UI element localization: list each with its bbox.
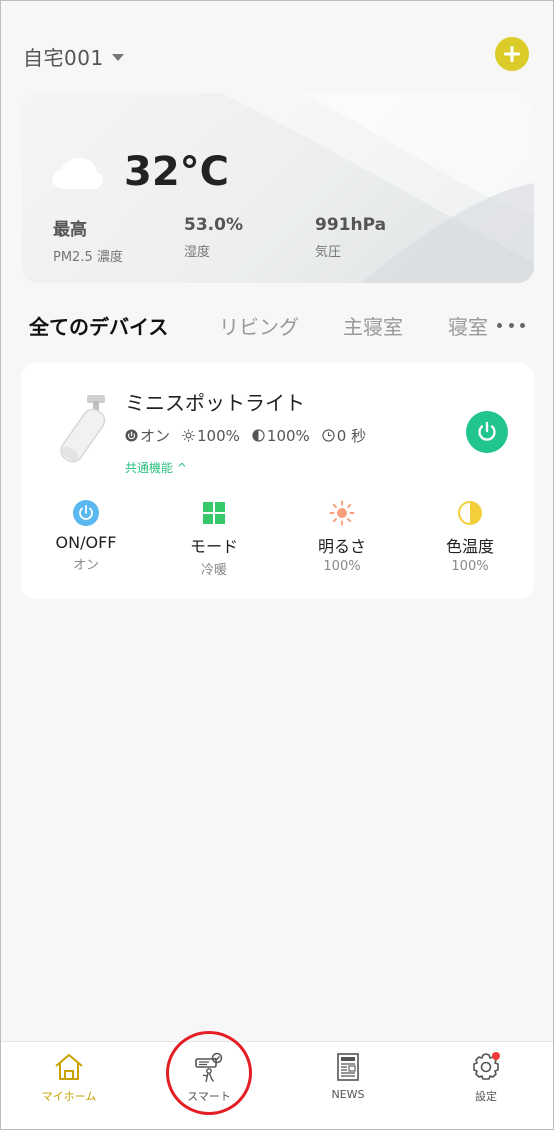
quick-label: 明るさ (317, 537, 366, 556)
device-card[interactable]: ミニスポットライト オン 100% 100% 0 秒 共通機能 ^ ON/OFF… (21, 363, 534, 599)
quick-color-temp[interactable]: 色温度 100% (410, 499, 530, 574)
quick-label: ON/OFF (55, 533, 117, 552)
bottom-nav: マイホーム スマート NEWS 設定 (1, 1041, 553, 1129)
nav-smart[interactable]: スマート (159, 1050, 259, 1104)
quick-value: 100% (323, 559, 361, 574)
power-icon (73, 500, 99, 526)
caret-down-icon (111, 53, 124, 61)
tab-bedroom[interactable]: 寝室 (448, 311, 488, 340)
stat-value: 53.0% (184, 215, 243, 235)
home-selector[interactable]: 自宅001 (23, 41, 124, 71)
status-timer-text: 0 秒 (336, 427, 367, 445)
quick-brightness[interactable]: 明るさ 100% (282, 499, 402, 574)
nav-label: 設定 (475, 1090, 497, 1103)
status-timer: 0 秒 (322, 425, 366, 446)
stat-value: 991hPa (315, 215, 387, 235)
nav-my-home[interactable]: マイホーム (19, 1050, 119, 1104)
quick-label: モード (189, 537, 238, 556)
smart-icon (195, 1052, 223, 1083)
status-power: オン (125, 425, 170, 446)
plus-icon (504, 46, 520, 62)
common-functions-link[interactable]: 共通機能 ^ (125, 459, 187, 476)
status-power-text: オン (140, 427, 171, 445)
nav-label: NEWS (331, 1088, 365, 1101)
notification-dot (492, 1052, 500, 1060)
app-screen: 自宅001 32°C 最高 PM2.5 濃度 53.0% 湿度 991hPa 気… (0, 0, 554, 1130)
stat-pm25: 最高 PM2.5 濃度 (53, 215, 123, 265)
quick-mode[interactable]: モード 冷暖 (154, 499, 274, 578)
stat-label: 湿度 (184, 245, 211, 260)
stat-value: 最高 (53, 220, 87, 240)
stat-pressure: 991hPa 気圧 (315, 215, 386, 260)
stat-label: 気圧 (315, 245, 342, 260)
quick-value: 100% (451, 559, 489, 574)
cloud-icon (52, 158, 103, 189)
news-icon (337, 1053, 359, 1081)
device-power-button[interactable] (466, 411, 508, 453)
quick-value: 冷暖 (200, 563, 227, 578)
half-circle-icon (458, 501, 482, 525)
gear-icon (473, 1052, 500, 1080)
clock-status-icon (322, 429, 335, 442)
quick-label: 色温度 (445, 537, 494, 556)
sun-icon (329, 500, 355, 526)
tab-master-bedroom[interactable]: 主寝室 (343, 311, 403, 340)
power-icon (478, 421, 496, 441)
quick-onoff[interactable]: ON/OFF オン (26, 499, 146, 573)
stat-label: PM2.5 濃度 (53, 250, 123, 265)
tab-all-devices[interactable]: 全てのデバイス (29, 311, 168, 340)
status-color-temp: 100% (252, 427, 310, 445)
grid-icon (203, 502, 225, 524)
stat-humidity: 53.0% 湿度 (184, 215, 243, 260)
status-brightness-text: 100% (197, 426, 240, 445)
nav-settings[interactable]: 設定 (436, 1050, 536, 1104)
home-icon (55, 1054, 83, 1080)
device-status: オン 100% 100% 0 秒 (125, 425, 366, 446)
quick-value: オン (72, 558, 99, 573)
nav-label: スマート (187, 1090, 231, 1103)
half-circle-status-icon (252, 429, 265, 442)
temperature: 32°C (124, 149, 230, 195)
add-button[interactable] (495, 37, 529, 71)
nav-label: マイホーム (41, 1090, 97, 1103)
quick-controls: ON/OFF オン モード 冷暖 明るさ 100% 色温度 100% (21, 499, 534, 579)
power-status-icon (125, 429, 138, 442)
device-name: ミニスポットライト (125, 391, 305, 415)
nav-news[interactable]: NEWS (298, 1050, 398, 1101)
status-brightness: 100% (182, 427, 240, 445)
room-tabs: 全てのデバイス リビング 主寝室 寝室 (29, 311, 499, 341)
tab-living[interactable]: リビング (219, 311, 299, 340)
status-color-temp-text: 100% (266, 426, 310, 445)
more-icon[interactable] (497, 315, 525, 335)
spotlight-image (60, 395, 106, 463)
home-name: 自宅001 (23, 45, 104, 70)
sun-status-icon (182, 429, 195, 442)
